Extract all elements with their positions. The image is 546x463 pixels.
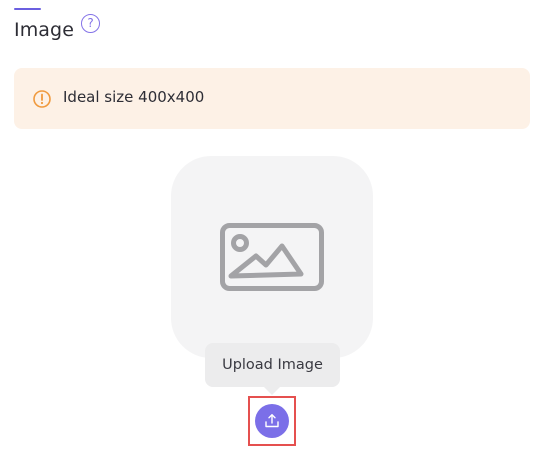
exclamation-circle-icon [33, 89, 51, 108]
upload-tooltip: Upload Image [205, 343, 340, 387]
tooltip-text: Upload Image [222, 357, 323, 373]
image-preview [171, 156, 373, 358]
image-upload-panel: Image ? Ideal size 400x400 Upload Image [0, 0, 546, 463]
image-placeholder-icon [220, 223, 324, 291]
question-circle-icon[interactable]: ? [81, 14, 100, 33]
upload-button[interactable] [255, 404, 289, 438]
section-accent-bar [14, 8, 41, 10]
info-alert: Ideal size 400x400 [14, 68, 530, 129]
upload-icon [265, 414, 279, 428]
tooltip-arrow [264, 387, 280, 395]
alert-message: Ideal size 400x400 [63, 87, 205, 106]
section-title: Image [14, 19, 75, 41]
section-header: Image [14, 14, 74, 46]
